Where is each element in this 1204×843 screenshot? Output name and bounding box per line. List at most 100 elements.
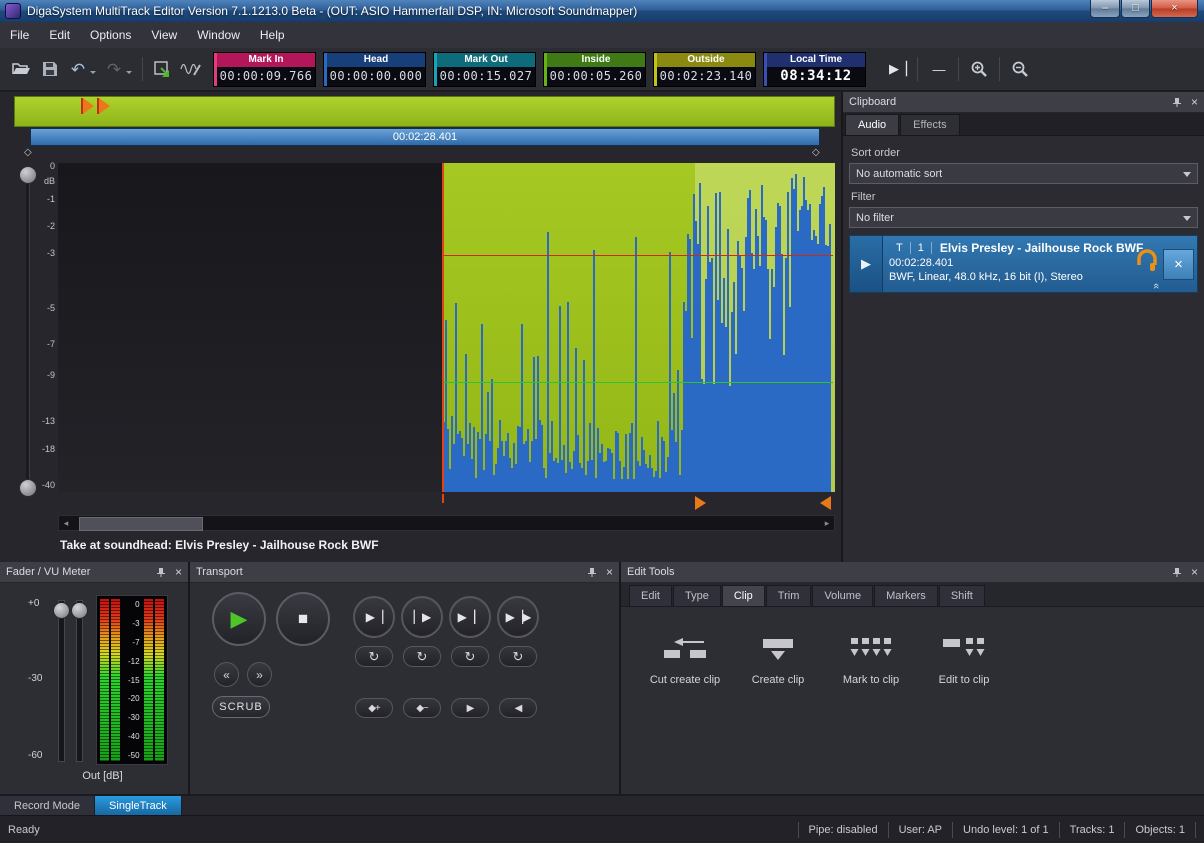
- tab-type[interactable]: Type: [673, 585, 721, 606]
- menu-view[interactable]: View: [141, 23, 187, 47]
- transport-play-variant-button[interactable]: ▶▕▶: [497, 596, 539, 638]
- gain-knob-top[interactable]: [19, 166, 37, 184]
- prelisten-headphones-icon[interactable]: [1135, 247, 1159, 278]
- pin-icon[interactable]: [587, 567, 597, 578]
- transport-marker-button[interactable]: ◀: [499, 698, 537, 718]
- time-stripe: [324, 53, 327, 86]
- pin-icon[interactable]: [156, 567, 166, 578]
- waveform-display[interactable]: [58, 163, 835, 492]
- undo-button[interactable]: ↶: [64, 54, 92, 84]
- overview-marker-icon[interactable]: [99, 98, 110, 114]
- window-controls: – □ ×: [1089, 0, 1198, 18]
- tab-shift[interactable]: Shift: [939, 585, 985, 606]
- zoom-in-button[interactable]: [965, 54, 993, 84]
- fader-track[interactable]: [76, 600, 83, 762]
- scrollbar-thumb[interactable]: [79, 517, 203, 531]
- fader-track[interactable]: [58, 600, 65, 762]
- horizontal-scrollbar[interactable]: ◂ ▸: [58, 515, 835, 531]
- overview-marker-icon[interactable]: [83, 98, 94, 114]
- tab-effects[interactable]: Effects: [900, 114, 959, 135]
- fade-handle-right-icon[interactable]: ◇: [812, 147, 820, 158]
- transport-marker-button[interactable]: ▶: [451, 698, 489, 718]
- menu-options[interactable]: Options: [80, 23, 141, 47]
- fader-vu-panel: Fader / VU Meter × 0-3-7-12-15-20-30-40-…: [0, 562, 190, 794]
- pin-icon[interactable]: [1172, 97, 1182, 108]
- menu-window[interactable]: Window: [187, 23, 250, 47]
- scrub-button[interactable]: SCRUB: [212, 696, 270, 718]
- mark-to-clip-button[interactable]: Mark to clip: [826, 626, 916, 710]
- close-panel-icon[interactable]: ×: [1191, 566, 1198, 578]
- take-info: Take at soundhead: Elvis Presley - Jailh…: [60, 538, 379, 552]
- clipboard-item[interactable]: ▶ T 1 Elvis Presley - Jailhouse Rock BWF…: [849, 235, 1198, 293]
- transport-marker-button[interactable]: ◆−: [403, 698, 441, 718]
- waveform-panel: 00:02:28.401 ◇ ◇ 0dB-1-2-3-5-7-9-13-18-4…: [0, 92, 843, 562]
- transport-marker-button[interactable]: ◆+: [355, 698, 393, 718]
- sort-order-dropdown[interactable]: No automatic sort: [849, 163, 1198, 184]
- open-button[interactable]: [8, 54, 36, 84]
- maximize-button[interactable]: □: [1121, 0, 1150, 18]
- edit-to-clip-button[interactable]: Edit to clip: [919, 626, 1009, 710]
- collapse-strip-button[interactable]: —: [924, 54, 952, 84]
- titlebar[interactable]: DigaSystem MultiTrack Editor Version 7.1…: [0, 0, 1204, 22]
- create-clip-button[interactable]: Create clip: [733, 626, 823, 710]
- loop-button[interactable]: ↻: [499, 646, 537, 667]
- vu-scale: 0-3-7-12-15-20-30-40-50: [122, 599, 141, 761]
- overview-bar[interactable]: [14, 96, 835, 127]
- transport-play-variant-button[interactable]: ▶▕▏: [449, 596, 491, 638]
- close-panel-icon[interactable]: ×: [606, 566, 613, 578]
- menu-file[interactable]: File: [0, 23, 39, 47]
- fader-knob[interactable]: [71, 602, 88, 619]
- forward-button[interactable]: »: [247, 662, 272, 687]
- collapse-item-icon[interactable]: «: [1150, 283, 1162, 289]
- transport-play-variant-button[interactable]: ▶▕: [353, 596, 395, 638]
- redo-dropdown-caret[interactable]: [126, 71, 132, 77]
- goto-marker-button[interactable]: ▶▕: [883, 54, 911, 84]
- tab-singletrack[interactable]: SingleTrack: [95, 796, 182, 815]
- zoom-out-button[interactable]: [1006, 54, 1034, 84]
- save-button[interactable]: [36, 54, 64, 84]
- db-tick: 0: [50, 161, 55, 171]
- scroll-left-icon[interactable]: ◂: [59, 518, 73, 529]
- time-value: 00:00:15.027: [437, 67, 535, 86]
- scroll-right-icon[interactable]: ▸: [820, 518, 834, 529]
- redo-button[interactable]: ↷: [100, 54, 128, 84]
- minimize-button[interactable]: –: [1090, 0, 1120, 18]
- prelisten-play-button[interactable]: ▶: [850, 236, 883, 292]
- take-duration-bar[interactable]: 00:02:28.401: [30, 128, 820, 146]
- tab-clip[interactable]: Clip: [722, 585, 765, 606]
- playhead[interactable]: [442, 163, 444, 492]
- db-scale: 0dB-1-2-3-5-7-9-13-18-40: [36, 163, 56, 492]
- tab-audio[interactable]: Audio: [845, 114, 899, 135]
- tab-markers[interactable]: Markers: [874, 585, 938, 606]
- rewind-button[interactable]: «: [214, 662, 239, 687]
- tab-trim[interactable]: Trim: [766, 585, 812, 606]
- scrollbar-track[interactable]: [73, 516, 820, 530]
- loop-button[interactable]: ↻: [451, 646, 489, 667]
- pin-icon[interactable]: [1172, 567, 1182, 578]
- menu-help[interactable]: Help: [250, 23, 295, 47]
- transport-play-variant-button[interactable]: ▏▶: [401, 596, 443, 638]
- selection-end-marker-icon[interactable]: [820, 496, 831, 510]
- close-panel-icon[interactable]: ×: [175, 566, 182, 578]
- cut-create-clip-button[interactable]: Cut create clip: [640, 626, 730, 710]
- undo-dropdown-caret[interactable]: [90, 71, 96, 77]
- import-take-button[interactable]: [149, 54, 177, 84]
- loop-button[interactable]: ↻: [355, 646, 393, 667]
- close-button[interactable]: ×: [1151, 0, 1198, 18]
- stop-button[interactable]: ■: [276, 592, 330, 646]
- tab-volume[interactable]: Volume: [812, 585, 873, 606]
- menu-edit[interactable]: Edit: [39, 23, 80, 47]
- tab-record-mode[interactable]: Record Mode: [0, 796, 95, 815]
- filter-dropdown[interactable]: No filter: [849, 207, 1198, 228]
- close-panel-icon[interactable]: ×: [1191, 96, 1198, 108]
- time-value: 00:00:05.260: [547, 67, 645, 86]
- fader-knob[interactable]: [53, 602, 70, 619]
- selection-start-marker-icon[interactable]: [695, 496, 706, 510]
- gain-knob-bottom[interactable]: [19, 479, 37, 497]
- fade-handle-left-icon[interactable]: ◇: [24, 147, 32, 158]
- remove-item-button[interactable]: ×: [1163, 249, 1194, 280]
- play-button[interactable]: ▶: [212, 592, 266, 646]
- loop-button[interactable]: ↻: [403, 646, 441, 667]
- audio-edit-button[interactable]: [177, 54, 205, 84]
- tab-edit[interactable]: Edit: [629, 585, 672, 606]
